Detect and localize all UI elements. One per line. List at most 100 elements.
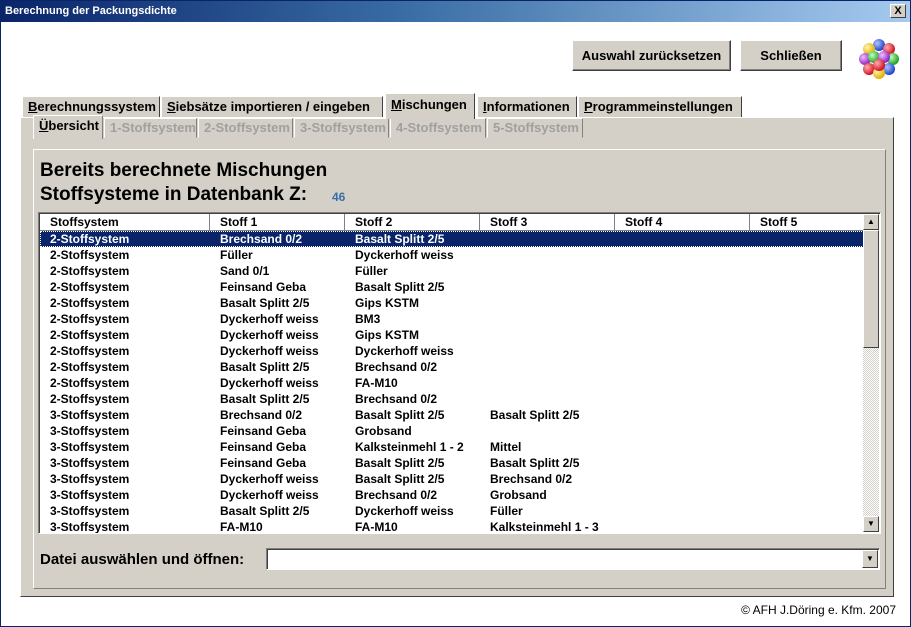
vertical-scrollbar[interactable]: ▲ ▼ (863, 214, 879, 532)
table-cell: Brechsand 0/2 (220, 408, 303, 422)
table-cell (760, 407, 860, 423)
table-row[interactable]: 2-Stoffsystem Feinsand Geba Basalt Splitt … (40, 279, 866, 295)
table-cell (625, 375, 757, 391)
table-row[interactable]: 3-Stoffsystem Dyckerhoff weiss Brechsand 0… (40, 487, 866, 503)
table-row[interactable]: 2-Stoffsystem Basalt Splitt 2/5 Brechsand … (40, 359, 866, 375)
tab-label-accesskey: P (584, 99, 593, 114)
file-open-label: Datei auswählen und öffnen: (40, 551, 245, 568)
table-cell: 3-Stoffsystem (50, 424, 130, 438)
table-row[interactable]: 2-Stoffsystem Dyckerhoff weiss Dyckerhoff … (40, 343, 866, 359)
table-cell: Gips KSTM (355, 328, 420, 342)
table-row[interactable]: 2-Stoffsystem Basalt Splitt 2/5 Gips KSTM (40, 295, 866, 311)
table-cell: Basalt Splitt 2/5 (355, 280, 445, 294)
tab-label: erechnungssystem (37, 99, 156, 114)
table-row[interactable]: 3-Stoffsystem Dyckerhoff weiss Basalt Spli… (40, 471, 866, 487)
heading-berechnete-mischungen: Bereits berechnete Mischungen (40, 160, 328, 181)
tab-siebsaetze[interactable]: Siebsätze importieren / eingeben (161, 96, 383, 118)
table-cell: Basalt Splitt 2/5 (355, 472, 445, 486)
table-row[interactable]: 2-Stoffsystem Brechsand 0/2 Basalt Splitt … (40, 231, 866, 247)
table-cell: 2-Stoffsystem (50, 312, 130, 326)
table-row[interactable]: 3-Stoffsystem Brechsand 0/2 Basalt Splitt … (40, 407, 866, 423)
table-cell (760, 247, 860, 263)
tab-mischungen[interactable]: Mischungen (385, 93, 475, 119)
column-header[interactable]: Stoff 5 (750, 214, 866, 231)
table-cell: Dyckerhoff weiss (220, 344, 319, 358)
table-cell (760, 279, 860, 295)
table-cell (760, 263, 860, 279)
table-cell (625, 327, 757, 343)
table-row[interactable]: 3-Stoffsystem Feinsand Geba Basalt Splitt … (40, 455, 866, 471)
table-cell (625, 311, 757, 327)
table-cell (625, 247, 757, 263)
subtab-5-stoffsystem[interactable]: 5-Stoffsystem (487, 118, 583, 138)
table-row[interactable]: 2-Stoffsystem Dyckerhoff weiss FA-M10 (40, 375, 866, 391)
subtab-1-stoffsystem[interactable]: 1-Stoffsystem (104, 118, 197, 138)
table-row[interactable]: 2-Stoffsystem Füller Dyckerhoff weiss (40, 247, 866, 263)
reset-selection-button[interactable]: Auswahl zurücksetzen (572, 40, 731, 71)
table-cell (490, 295, 622, 311)
scrollbar-thumb[interactable] (863, 230, 879, 348)
table-cell: 3-Stoffsystem (50, 520, 130, 534)
arrow-down-icon[interactable]: ▼ (862, 550, 878, 568)
table-cell: Dyckerhoff weiss (220, 328, 319, 342)
table-cell (625, 519, 757, 533)
subtab-label-accesskey: Ü (39, 118, 49, 133)
table-cell: Basalt Splitt 2/5 (220, 360, 310, 374)
tab-informationen[interactable]: Informationen (477, 96, 577, 118)
column-header[interactable]: Stoff 1 (210, 214, 345, 231)
close-window-button[interactable]: X (890, 4, 906, 18)
table-cell: Basalt Splitt 2/5 (490, 456, 580, 470)
table-cell (760, 519, 860, 533)
arrow-down-icon[interactable]: ▼ (863, 516, 879, 532)
table-cell (625, 231, 757, 247)
column-header[interactable]: Stoff 3 (480, 214, 615, 231)
table-cell: Gips KSTM (355, 296, 420, 310)
table-cell: Feinsand Geba (220, 440, 307, 454)
table-row[interactable]: 2-Stoffsystem Dyckerhoff weiss BM3 (40, 311, 866, 327)
arrow-up-icon[interactable]: ▲ (863, 214, 879, 230)
table-cell (490, 423, 622, 439)
table-row[interactable]: 2-Stoffsystem Dyckerhoff weiss Gips KSTM (40, 327, 866, 343)
table-cell: 3-Stoffsystem (50, 408, 130, 422)
table-cell (760, 423, 860, 439)
mischungen-list[interactable]: Stoffsystem Stoff 1 Stoff 2 Stoff 3 Stof… (38, 212, 881, 534)
subtab-uebersicht[interactable]: Übersicht (33, 115, 103, 139)
table-cell (625, 503, 757, 519)
main-window: Berechnung der Packungsdichte X Auswahl … (0, 0, 911, 627)
table-cell (760, 327, 860, 343)
heading-stoffsysteme-count: Stoffsysteme in Datenbank Z: (40, 184, 308, 205)
table-row[interactable]: 3-Stoffsystem Basalt Splitt 2/5 Dyckerhoff… (40, 503, 866, 519)
table-cell: Basalt Splitt 2/5 (220, 392, 310, 406)
table-cell: 3-Stoffsystem (50, 440, 130, 454)
table-cell: Dyckerhoff weiss (220, 312, 319, 326)
close-button[interactable]: Schließen (740, 40, 842, 71)
molecule-spheres-icon (859, 39, 899, 79)
file-select-combobox[interactable]: ▼ (266, 548, 880, 570)
table-cell (760, 455, 860, 471)
table-cell: 3-Stoffsystem (50, 488, 130, 502)
subtab-3-stoffsystem[interactable]: 3-Stoffsystem (294, 118, 389, 138)
table-cell: 2-Stoffsystem (50, 376, 130, 390)
table-cell (625, 343, 757, 359)
table-cell: Mittel (490, 440, 522, 454)
table-row[interactable]: 3-Stoffsystem Feinsand Geba Kalksteinmehl … (40, 439, 866, 455)
table-row[interactable]: 3-Stoffsystem Feinsand Geba Grobsand (40, 423, 866, 439)
table-cell: Füller (220, 248, 253, 262)
column-header[interactable]: Stoff 4 (615, 214, 750, 231)
table-cell: 2-Stoffsystem (50, 232, 130, 246)
table-row[interactable]: 3-Stoffsystem FA-M10 FA-M10 Kalksteinmehl 1… (40, 519, 866, 534)
table-cell: Feinsand Geba (220, 456, 307, 470)
table-row[interactable]: 2-Stoffsystem Basalt Splitt 2/5 Brechsand … (40, 391, 866, 407)
table-cell: Basalt Splitt 2/5 (355, 408, 445, 422)
table-cell: Feinsand Geba (220, 280, 307, 294)
table-cell: 2-Stoffsystem (50, 328, 130, 342)
table-cell (490, 327, 622, 343)
tab-programmeinstellungen[interactable]: Programmeinstellungen (578, 96, 742, 118)
column-header[interactable]: Stoff 2 (345, 214, 480, 231)
table-cell (625, 263, 757, 279)
column-header[interactable]: Stoffsystem (40, 214, 210, 231)
table-cell: Brechsand 0/2 (355, 488, 438, 502)
subtab-4-stoffsystem[interactable]: 4-Stoffsystem (390, 118, 486, 138)
subtab-2-stoffsystem[interactable]: 2-Stoffsystem (198, 118, 293, 138)
table-row[interactable]: 2-Stoffsystem Sand 0/1 Füller (40, 263, 866, 279)
